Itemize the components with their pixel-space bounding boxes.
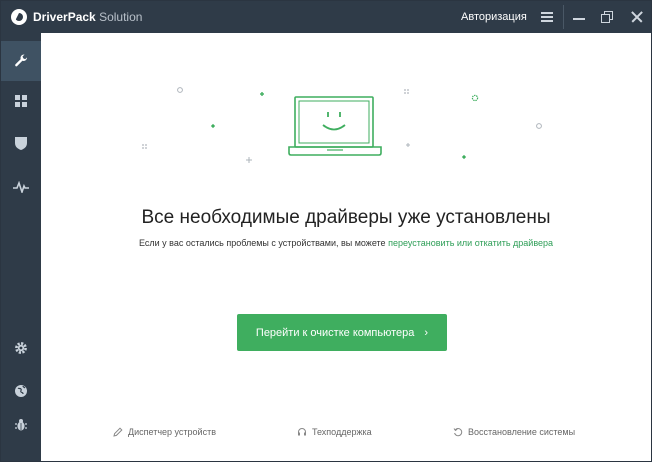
device-manager-link[interactable]: Диспетчер устройств bbox=[113, 427, 216, 437]
main-panel: Все необходимые драйверы уже установлены… bbox=[41, 33, 651, 461]
sidebar-item-apps[interactable] bbox=[1, 81, 41, 121]
hamburger-icon[interactable] bbox=[532, 1, 562, 33]
support-label: Техподдержка bbox=[312, 427, 372, 437]
grid-icon bbox=[15, 95, 27, 107]
status-description-text: Если у вас остались проблемы с устройств… bbox=[138, 238, 389, 248]
close-icon[interactable] bbox=[622, 1, 652, 33]
title-bar: DriverPack Solution Авторизация bbox=[1, 1, 651, 33]
globe-icon bbox=[15, 385, 27, 397]
activity-icon bbox=[13, 181, 29, 193]
brand-light: Solution bbox=[99, 10, 143, 24]
chevron-right-icon: › bbox=[424, 326, 429, 339]
brand-bold: DriverPack bbox=[33, 10, 96, 24]
headset-icon bbox=[298, 428, 306, 436]
page-title: Все необходимые драйверы уже установлены bbox=[141, 207, 551, 228]
sidebar-item-bug-report[interactable] bbox=[1, 405, 41, 445]
status-description: Если у вас остались проблемы с устройств… bbox=[41, 238, 651, 248]
reinstall-drivers-link[interactable]: переустановить или откатить драйвера bbox=[388, 238, 553, 248]
system-restore-link[interactable]: Восстановление системы bbox=[453, 427, 575, 437]
wrench-icon bbox=[15, 54, 28, 67]
app-window: DriverPack Solution Авторизация Все необ… bbox=[0, 0, 652, 462]
bug-icon bbox=[15, 419, 27, 431]
restore-icon[interactable] bbox=[593, 1, 623, 33]
auth-link[interactable]: Авторизация bbox=[461, 11, 527, 23]
sidebar-item-protection[interactable] bbox=[1, 123, 41, 163]
support-link[interactable]: Техподдержка bbox=[297, 427, 372, 437]
sidebar-item-settings[interactable] bbox=[1, 328, 41, 368]
gear-icon bbox=[15, 342, 27, 354]
logo-icon bbox=[11, 9, 27, 25]
sidebar-item-diagnostics[interactable] bbox=[1, 167, 41, 207]
system-restore-label: Восстановление системы bbox=[468, 427, 576, 437]
laptop-illustration bbox=[142, 87, 542, 163]
minimize-icon[interactable] bbox=[564, 1, 594, 33]
device-manager-label: Диспетчер устройств bbox=[128, 427, 216, 437]
restore-arrow-icon bbox=[453, 428, 463, 437]
cleanup-button-label: Перейти к очистке компьютера bbox=[255, 326, 415, 339]
shield-icon bbox=[15, 137, 27, 150]
app-title: DriverPack Solution bbox=[33, 10, 142, 24]
pencil-icon bbox=[113, 427, 123, 437]
sidebar-item-drivers[interactable] bbox=[1, 41, 41, 81]
cleanup-button[interactable]: Перейти к очистке компьютера › bbox=[237, 314, 447, 351]
sidebar bbox=[1, 33, 41, 461]
